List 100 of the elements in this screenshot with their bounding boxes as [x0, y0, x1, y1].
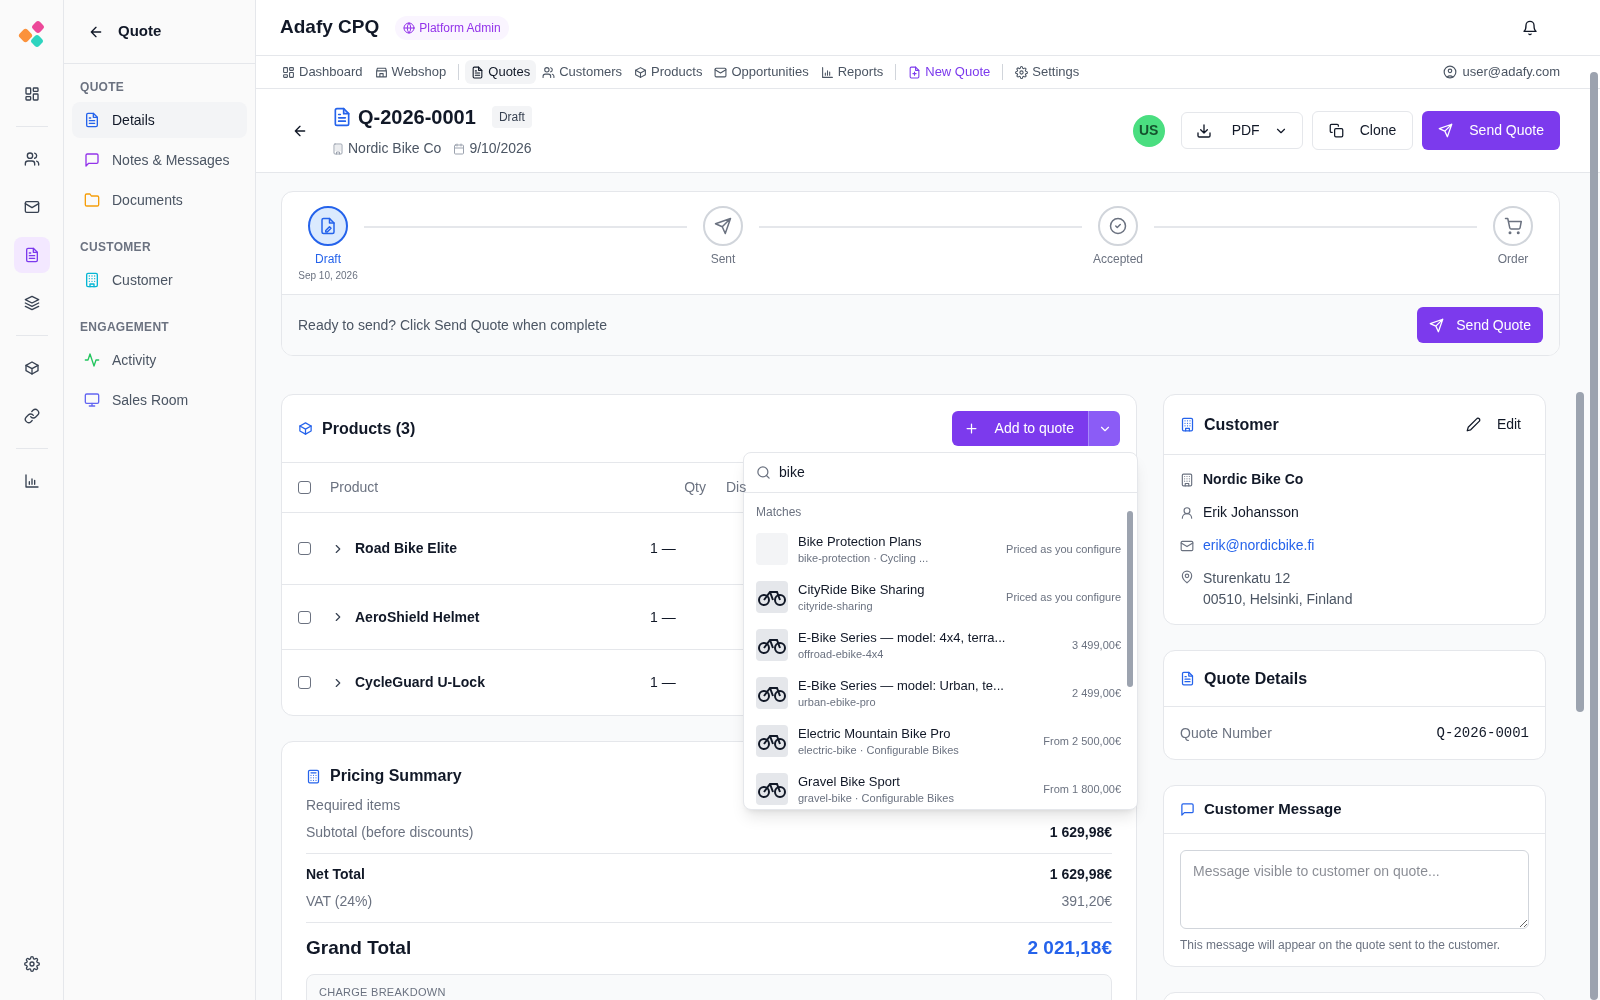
summary-value: 1 629,98€	[1049, 865, 1112, 884]
message-field[interactable]: Message visible to customer on quote...	[1180, 850, 1529, 929]
section-heading: CUSTOMER	[79, 239, 152, 256]
users-icon	[542, 65, 556, 79]
mail-icon	[714, 65, 728, 79]
link-icon	[23, 408, 40, 424]
contact-name: Erik Johansson	[1203, 503, 1299, 522]
pricing-title: Pricing Summary	[330, 766, 462, 786]
search-result[interactable]: E-Bike Series — model: 4x4, terra... offroad-ebike-4x4 3 499,00€	[744, 621, 1137, 669]
activity-icon	[84, 352, 100, 368]
summary-label: Grand Total	[306, 935, 412, 960]
search-result[interactable]: E-Bike Series — model: Urban, te... urban-ebike-pro 2 499,00€	[744, 669, 1137, 717]
status-badge: Draft	[491, 106, 532, 128]
side-nav-item[interactable]: Notes & Messages	[72, 142, 247, 178]
store-icon	[374, 65, 388, 79]
bicycle-icon	[758, 588, 786, 606]
dropdown-scrollbar[interactable]	[1127, 511, 1133, 687]
step-label: Accepted	[1092, 251, 1143, 268]
building-icon	[1180, 472, 1194, 487]
document-icon	[332, 107, 352, 127]
side-nav-item[interactable]: Sales Room	[72, 382, 247, 418]
side-nav-item[interactable]: Customer	[72, 262, 247, 298]
nav-link[interactable]: Dashboard	[276, 60, 369, 84]
quantity: 1 —	[650, 539, 676, 558]
search-result[interactable]: Electric Mountain Bike Pro electric-bike · Configurable Bikes From 2 500,00€	[744, 717, 1137, 765]
document-icon	[23, 247, 40, 263]
scrollbar[interactable]	[1590, 72, 1598, 1000]
clone-button[interactable]: Clone	[1311, 111, 1414, 150]
search-field[interactable]: bike	[779, 462, 1125, 483]
section-heading: QUOTE	[79, 79, 126, 96]
add-to-quote-button[interactable]: Add to quote	[951, 411, 1088, 446]
nav-link[interactable]: Quotes	[465, 60, 537, 84]
result-slug: cityride-sharing	[798, 599, 873, 614]
side-nav-item[interactable]: Activity	[72, 342, 247, 378]
nav-link[interactable]: Reports	[814, 60, 890, 84]
building-icon	[84, 272, 100, 288]
bicycle-icon	[758, 780, 786, 798]
mail-icon	[1180, 538, 1194, 553]
result-name: CityRide Bike Sharing	[798, 581, 925, 599]
result-slug: gravel-bike · Configurable Bikes	[798, 791, 954, 806]
pencil-icon	[1465, 417, 1481, 432]
summary-value: 1 629,98€	[1049, 823, 1112, 842]
scrollbar[interactable]	[1576, 392, 1584, 712]
step-label: Sent	[710, 251, 736, 268]
folder-icon	[84, 192, 100, 208]
chat-icon	[84, 152, 100, 168]
person-icon	[1180, 505, 1194, 520]
nav-link[interactable]: Products	[628, 60, 709, 84]
result-price: From 2 500,00€	[1043, 733, 1121, 749]
side-nav-item[interactable]: Documents	[72, 182, 247, 218]
app-logo[interactable]	[16, 20, 47, 50]
result-price: 2 499,00€	[1072, 685, 1121, 701]
nav-link[interactable]: Webshop	[368, 60, 453, 84]
card-title: Customer	[1204, 414, 1279, 435]
checkbox[interactable]	[298, 610, 311, 624]
user-menu[interactable]: user@adafy.com	[1442, 62, 1560, 82]
user-icon	[1442, 65, 1457, 79]
section-heading: ENGAGEMENT	[79, 319, 170, 336]
search-result[interactable]: CityRide Bike Sharing cityride-sharing Priced as you configure	[744, 573, 1137, 621]
search-icon	[756, 465, 771, 480]
building-icon	[1180, 417, 1195, 432]
nav-link[interactable]: New Quote	[902, 60, 997, 84]
send-quote-button[interactable]: Send Quote	[1422, 111, 1560, 150]
rail-button[interactable]	[13, 237, 50, 273]
column-header: Product	[330, 478, 380, 497]
ready-message: Ready to send? Click Send Quote when complete	[298, 315, 607, 335]
plus-icon	[963, 421, 979, 436]
user-avatar: US	[1132, 114, 1165, 147]
send-quote-button[interactable]: Send Quote	[1417, 307, 1543, 343]
quote-number: Q-2026-0001	[358, 105, 476, 130]
quote-date: 9/10/2026	[469, 139, 532, 158]
card-title: Customer Message	[1204, 799, 1342, 820]
send-icon	[1438, 123, 1454, 138]
notifications-icon[interactable]	[1522, 19, 1538, 36]
nav-link[interactable]: Customers	[536, 60, 629, 84]
email-link[interactable]: erik@nordicbike.fi	[1203, 535, 1315, 556]
edit-button[interactable]: Edit	[1457, 408, 1529, 441]
pdf-button[interactable]: PDF	[1180, 112, 1303, 149]
cart-icon	[1504, 217, 1522, 235]
summary-value: 2 021,18€	[1027, 935, 1112, 960]
address-line: 00510, Helsinki, Finland	[1203, 590, 1353, 609]
summary-label: Required items	[306, 796, 401, 815]
checkbox[interactable]	[298, 676, 311, 689]
quote-number-value: Q-2026-0001	[1436, 723, 1529, 743]
step-label: Draft	[315, 251, 341, 268]
nav-link[interactable]: Opportunities	[708, 60, 815, 84]
nav-link[interactable]: Settings	[1009, 60, 1086, 84]
checkbox[interactable]	[298, 542, 311, 555]
column-header: Dis	[726, 478, 747, 497]
search-result[interactable]: Gravel Bike Sport gravel-bike · Configurable Bikes From 1 800,00€	[744, 765, 1137, 809]
side-nav-item[interactable]: Details	[72, 102, 247, 138]
checkbox[interactable]	[298, 481, 311, 494]
monitor-icon	[84, 392, 100, 408]
dashboard-icon	[23, 86, 40, 102]
summary-label: Net Total	[306, 865, 365, 884]
add-options-button[interactable]	[1088, 411, 1120, 446]
bicycle-icon	[758, 636, 786, 654]
search-result[interactable]: Bike Protection Plans bike-protection · Cycling ... Priced as you configure	[744, 525, 1137, 573]
bar-chart-icon	[820, 65, 834, 79]
dashboard-icon	[282, 65, 295, 79]
